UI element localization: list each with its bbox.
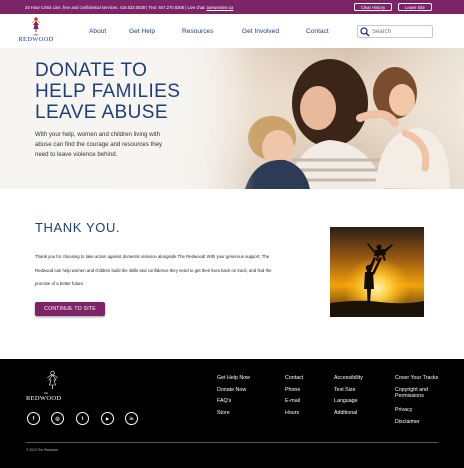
twitter-icon[interactable]: t [76,412,89,425]
nav-item-resources[interactable]: Resources [182,28,214,35]
footer-logo[interactable]: the REDWOOD [26,371,76,403]
search-input[interactable] [372,28,432,35]
footer-column-legal: Cover Your Tracks Copyright and Permissi… [395,373,455,428]
thank-you-heading: THANK YOU. [35,220,121,235]
copyright-text: © 2020 The Redwood [26,448,59,452]
clear-history-button[interactable]: Clear History [354,3,392,11]
footer-link-phone[interactable]: Phone [285,385,303,397]
hero-title-line-2: HELP FAMILIES [35,81,181,102]
tree-figure-icon [31,17,41,32]
footer-link-email[interactable]: E-mail [285,396,303,408]
search-box[interactable] [357,25,433,38]
search-icon[interactable] [360,26,370,37]
crisis-bar: 24 Hour Crisis Line, free and confidenti… [0,0,464,14]
hero-banner: DONATE TO HELP FAMILIES LEAVE ABUSE With… [0,48,464,189]
nav-item-about[interactable]: About [89,28,106,35]
footer-link-language[interactable]: Language [334,396,363,408]
live-chat-link[interactable]: iamwomine.ca [207,5,234,10]
hero-description: With your help, women and children livin… [35,131,163,158]
footer-link-hours[interactable]: Hours [285,408,303,420]
leave-site-button[interactable]: Leave Site [398,3,432,11]
footer-link-text-size[interactable]: Text Size [334,385,363,397]
footer-link-contact[interactable]: Contact [285,373,303,385]
youtube-icon[interactable]: ▶ [101,412,114,425]
instagram-icon[interactable]: ◎ [51,412,64,425]
footer-divider [26,442,438,443]
site-header: the REDWOOD About Get Help Resources Get… [0,14,464,48]
footer-link-accessibility[interactable]: Accessibility [334,373,363,385]
nav-item-get-help[interactable]: Get Help [129,28,155,35]
footer-link-disclaimer[interactable]: Disclaimer [395,417,455,429]
facebook-icon[interactable]: f [27,412,40,425]
footer-link-store[interactable]: Store [217,408,250,420]
footer-column-accessibility: Accessibility Text Size Language Additio… [334,373,363,420]
hero-title: DONATE TO HELP FAMILIES LEAVE ABUSE [35,60,235,123]
nav-item-get-involved[interactable]: Get Involved [242,28,279,35]
footer-link-cover-your-tracks[interactable]: Cover Your Tracks [395,373,455,385]
crisis-line-text: 24 Hour Crisis Line, free and confidenti… [25,5,233,10]
footer-link-additional[interactable]: Additional [334,408,363,420]
logo-wordmark: REDWOOD [18,36,54,43]
footer-logo-wordmark: REDWOOD [26,395,62,402]
footer-link-donate-now[interactable]: Donate Now [217,385,250,397]
hero-title-line-1: DONATE TO [35,60,148,81]
thank-you-message: Thank you for choosing to take action ag… [35,254,272,286]
continue-to-site-button[interactable]: CONTINUE TO SITE [35,302,105,316]
nav-item-contact[interactable]: Contact [306,28,329,35]
linkedin-icon[interactable]: in [125,412,138,425]
hero-title-line-3: LEAVE ABUSE [35,102,168,123]
footer-column-contact: Contact Phone E-mail Hours [285,373,303,420]
site-footer: the REDWOOD f ◎ t ▶ in Get Help Now Dona… [0,359,464,468]
footer-link-get-help-now[interactable]: Get Help Now [217,373,250,385]
footer-link-privacy[interactable]: Privacy [395,405,455,417]
footer-link-faqs[interactable]: FAQ's [217,396,250,408]
tree-figure-icon [47,371,58,389]
footer-link-copyright[interactable]: Copyright and Permissions [395,387,443,399]
crisis-line-prefix: 24 Hour Crisis Line, free and confidenti… [25,4,207,10]
footer-column-help: Get Help Now Donate Now FAQ's Store [217,373,250,420]
sunset-silhouette-photo [330,227,424,317]
redwood-logo[interactable]: the REDWOOD [16,17,56,47]
